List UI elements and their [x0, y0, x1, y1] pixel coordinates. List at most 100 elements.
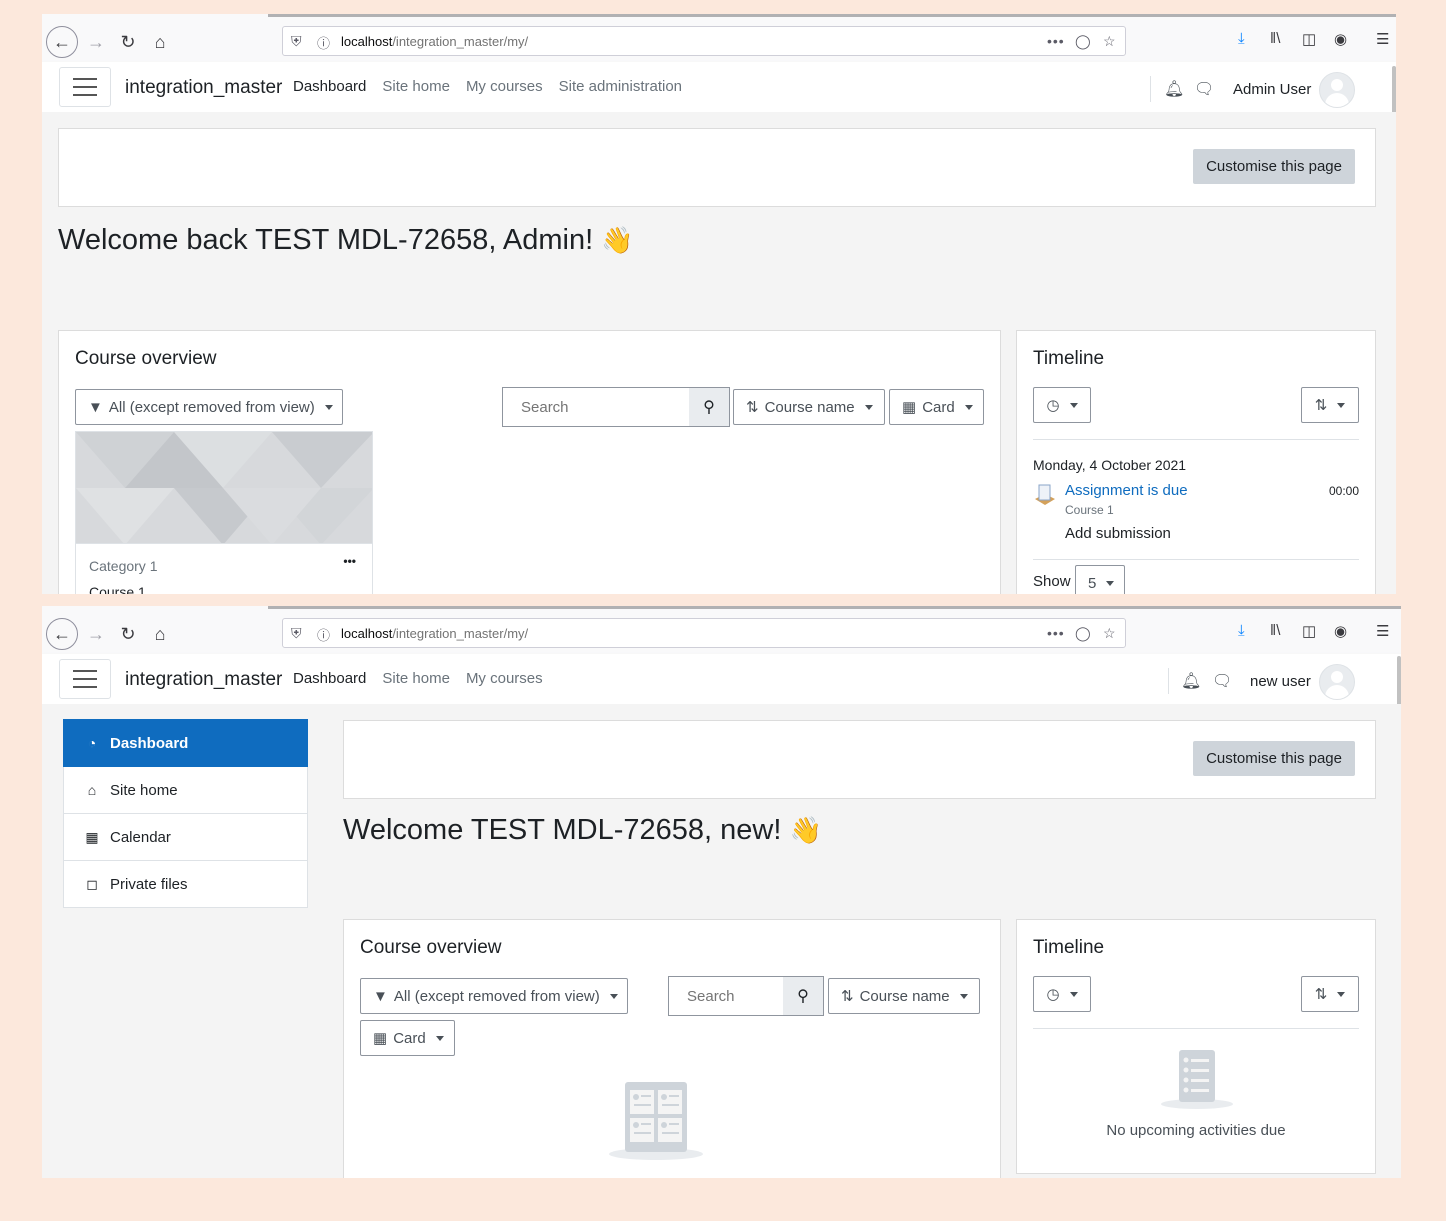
no-courses-illustration — [608, 1078, 708, 1162]
url-bar[interactable]: ⛨ ⓘ localhost/integration_master/my/ •••… — [282, 26, 1126, 56]
messages-icon[interactable]: 🗨︎ — [1212, 671, 1232, 691]
nav-site-administration[interactable]: Site administration — [559, 78, 682, 95]
filter-icon: ▼ — [373, 987, 388, 1005]
drawer-item-calendar[interactable]: ▦ Calendar — [63, 814, 308, 861]
info-icon[interactable]: ⓘ — [317, 33, 330, 52]
sidebar-toggle-icon[interactable]: ◫ — [1302, 30, 1316, 48]
forward-icon[interactable]: → — [82, 28, 110, 56]
nav-site-home[interactable]: Site home — [382, 78, 450, 95]
divider — [1033, 1028, 1359, 1029]
notification-bell-icon[interactable]: 🔔︎ — [1164, 79, 1184, 99]
grouping-filter-dropdown[interactable]: ▼ All (except removed from view) — [360, 978, 628, 1014]
url-text[interactable]: localhost/integration_master/my/ — [341, 626, 528, 641]
account-icon[interactable]: ◉ — [1334, 622, 1347, 640]
url-bar[interactable]: ⛨ ⓘ localhost/integration_master/my/ •••… — [282, 618, 1126, 648]
customise-page-button[interactable]: Customise this page — [1193, 741, 1355, 776]
library-icon[interactable]: ‖\ — [1270, 622, 1280, 639]
timeline-sort-dropdown[interactable]: ⇅ — [1301, 387, 1359, 423]
pocket-icon[interactable]: ◯ — [1075, 625, 1091, 642]
library-icon[interactable]: ‖\ — [1270, 30, 1280, 47]
timeline-day-filter-dropdown[interactable]: ◷ — [1033, 976, 1091, 1012]
forward-icon[interactable]: → — [82, 620, 110, 648]
nav-my-courses[interactable]: My courses — [466, 670, 543, 687]
download-icon[interactable]: ⤓ — [1238, 30, 1245, 47]
search-icon[interactable]: ⚲ — [783, 977, 823, 1015]
back-icon[interactable]: ← — [46, 618, 78, 650]
user-name[interactable]: new user — [1250, 673, 1311, 690]
nav-dashboard[interactable]: Dashboard — [293, 78, 366, 95]
chevron-down-icon — [324, 404, 333, 410]
reload-icon[interactable]: ↻ — [114, 620, 142, 648]
admin-dashboard-screenshot: ← → ↻ ⌂ ⛨ ⓘ localhost/integration_master… — [42, 14, 1396, 594]
course-search-field[interactable]: ⚲ — [668, 976, 824, 1016]
event-link[interactable]: Assignment is due — [1065, 482, 1188, 499]
show-count-dropdown[interactable]: 5 — [1075, 565, 1125, 594]
reload-icon[interactable]: ↻ — [114, 28, 142, 56]
bookmark-star-icon[interactable]: ☆ — [1103, 33, 1116, 50]
customise-page-button[interactable]: Customise this page — [1193, 149, 1355, 184]
site-name[interactable]: integration_master — [125, 669, 282, 691]
filter-label: All (except removed from view) — [393, 987, 600, 1005]
timeline-sort-dropdown[interactable]: ⇅ — [1301, 976, 1359, 1012]
divider — [1033, 439, 1359, 440]
nav-site-home[interactable]: Site home — [382, 670, 450, 687]
timeline-day-filter-dropdown[interactable]: ◷ — [1033, 387, 1091, 423]
view-dropdown[interactable]: ▦ Card — [360, 1020, 455, 1056]
dashboard-gauge-icon: ◔ — [87, 735, 97, 751]
shield-icon[interactable]: ⛨ — [291, 625, 302, 642]
back-icon[interactable]: ← — [46, 26, 78, 58]
search-input[interactable] — [685, 987, 789, 1006]
user-name[interactable]: Admin User — [1233, 81, 1311, 98]
nav-dashboard[interactable]: Dashboard — [293, 670, 366, 687]
grouping-filter-dropdown[interactable]: ▼ All (except removed from view) — [75, 389, 343, 425]
drawer-toggle-button[interactable] — [59, 659, 111, 699]
download-icon[interactable]: ⤓ — [1238, 622, 1245, 639]
view-dropdown[interactable]: ▦ Card — [889, 389, 984, 425]
drawer-toggle-button[interactable] — [59, 67, 111, 107]
drawer-item-site-home[interactable]: ⌂ Site home — [63, 767, 308, 814]
avatar[interactable] — [1319, 72, 1355, 108]
chevron-down-icon — [1337, 402, 1346, 408]
sort-icon: ⇅ — [1314, 397, 1328, 414]
file-icon: ◻ — [86, 875, 98, 892]
timeline-title: Timeline — [1033, 937, 1105, 958]
site-name[interactable]: integration_master — [125, 77, 282, 99]
course-card-image[interactable] — [75, 431, 373, 544]
home-icon[interactable]: ⌂ — [146, 28, 174, 56]
chevron-down-icon — [1069, 402, 1078, 408]
drawer-item-dashboard[interactable]: ◔ Dashboard — [63, 719, 308, 767]
nav-my-courses[interactable]: My courses — [466, 78, 543, 95]
empty-timeline-message: No upcoming activities due — [1106, 1122, 1286, 1139]
course-search-field[interactable]: ⚲ — [502, 387, 730, 427]
page-actions-icon[interactable]: ••• — [1047, 625, 1065, 641]
sort-dropdown[interactable]: ⇅ Course name — [828, 978, 980, 1014]
account-icon[interactable]: ◉ — [1334, 30, 1347, 48]
more-options-icon[interactable]: ••• — [343, 554, 356, 568]
welcome-heading: Welcome TEST MDL-72658, new! 👋 — [343, 814, 822, 847]
avatar[interactable] — [1319, 664, 1355, 700]
view-label: Card — [922, 398, 955, 416]
course-card[interactable]: Category 1 ••• Course 1 — [75, 544, 373, 594]
menu-icon[interactable]: ☰ — [1376, 30, 1389, 48]
url-text[interactable]: localhost/integration_master/my/ — [341, 34, 528, 49]
add-submission-link[interactable]: Add submission — [1065, 525, 1171, 542]
course-name[interactable]: Course 1 — [89, 584, 146, 594]
menu-icon[interactable]: ☰ — [1376, 622, 1389, 640]
pocket-icon[interactable]: ◯ — [1075, 33, 1091, 50]
bookmark-star-icon[interactable]: ☆ — [1103, 625, 1116, 642]
page-actions-icon[interactable]: ••• — [1047, 33, 1065, 49]
sidebar-toggle-icon[interactable]: ◫ — [1302, 622, 1316, 640]
chevron-down-icon — [1069, 991, 1078, 997]
show-count-value: 5 — [1088, 574, 1097, 592]
search-input[interactable] — [519, 398, 673, 417]
messages-icon[interactable]: 🗨︎ — [1194, 79, 1214, 99]
info-icon[interactable]: ⓘ — [317, 625, 330, 644]
course-pattern-image — [76, 432, 372, 543]
home-icon[interactable]: ⌂ — [146, 620, 174, 648]
waving-hand-icon: 👋 — [789, 815, 822, 845]
drawer-item-private-files[interactable]: ◻ Private files — [63, 861, 308, 908]
shield-icon[interactable]: ⛨ — [291, 33, 302, 50]
search-icon[interactable]: ⚲ — [689, 388, 729, 426]
sort-dropdown[interactable]: ⇅ Course name — [733, 389, 885, 425]
notification-bell-icon[interactable]: 🔔︎ — [1181, 671, 1201, 691]
